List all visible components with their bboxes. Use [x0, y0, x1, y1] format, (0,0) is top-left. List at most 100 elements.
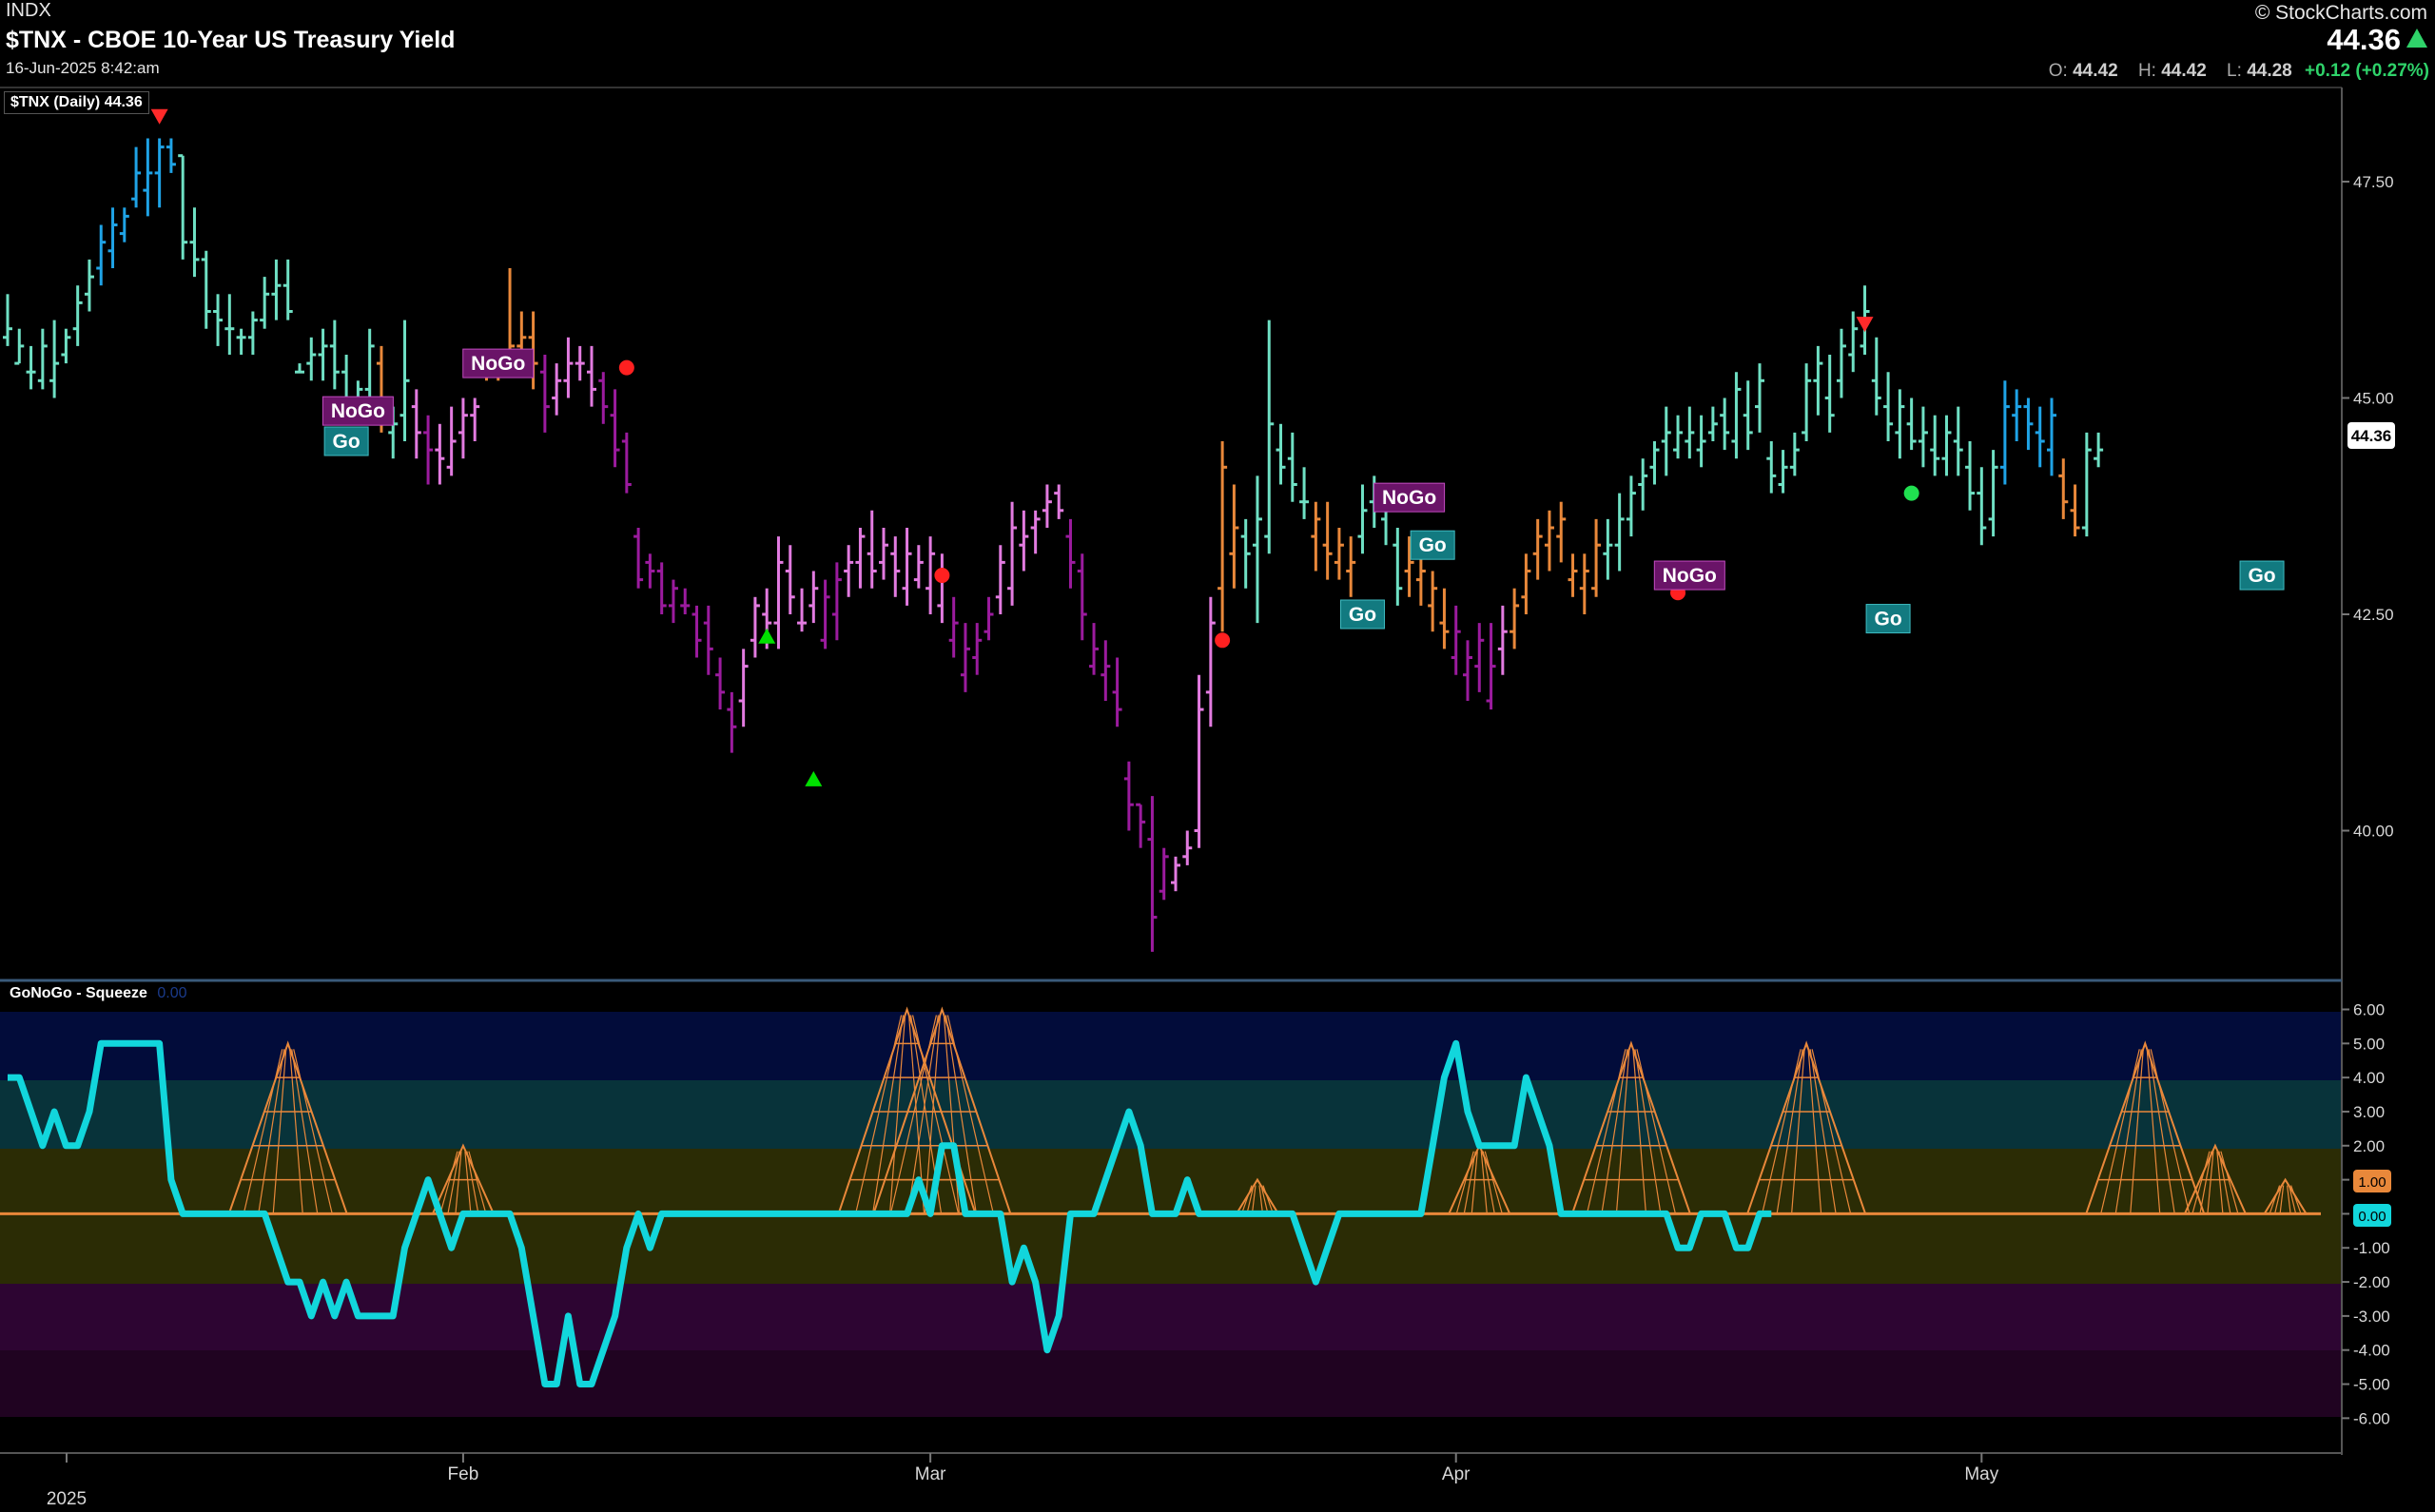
price-bar	[1439, 588, 1450, 649]
price-bar	[680, 588, 691, 614]
price-bar	[1614, 493, 1625, 572]
price-bar	[902, 528, 912, 606]
band-strong-go	[0, 1012, 2342, 1080]
price-bar	[411, 389, 421, 459]
price-bar	[1089, 623, 1100, 675]
price-bar	[1042, 484, 1052, 528]
price-bar	[890, 536, 901, 597]
price-bar	[1136, 803, 1146, 848]
price-bar	[785, 545, 795, 614]
price-bar	[399, 320, 410, 441]
price-bar	[1428, 571, 1438, 632]
osc-tag-orange-text: 1.00	[2358, 1174, 2386, 1191]
price-bar	[1159, 847, 1169, 901]
price-bar	[1007, 501, 1018, 606]
price-bar	[1871, 337, 1881, 416]
price-bar	[1030, 510, 1041, 554]
nogo-triangle-icon	[150, 108, 168, 125]
x-tick-label: May	[1964, 1464, 1998, 1484]
price-bar	[189, 207, 200, 278]
go-label: Go	[1410, 530, 1455, 560]
price-bar	[14, 328, 25, 365]
osc-tick-label: 6.00	[2353, 1000, 2385, 1018]
band-neutral-upper	[0, 1149, 2342, 1215]
price-bar	[1065, 518, 1076, 589]
signal-dot-icon	[934, 568, 950, 584]
price-bar	[1626, 475, 1636, 537]
price-bar	[1311, 501, 1321, 572]
price-bar	[610, 389, 620, 468]
price-bar	[1334, 528, 1344, 580]
price-bar	[995, 545, 1005, 614]
price-bar	[329, 320, 340, 390]
price-bar	[1661, 406, 1671, 476]
price-bar	[808, 571, 819, 624]
price-tick-label: 40.00	[2353, 823, 2394, 841]
price-bar	[166, 138, 176, 173]
price-bar	[295, 363, 304, 374]
price-bar	[633, 528, 644, 589]
price-bar	[925, 536, 936, 614]
price-bar	[470, 397, 480, 441]
price-bar	[1743, 380, 1753, 451]
price-bar	[1895, 389, 1905, 459]
price-bar	[552, 363, 562, 416]
price-bar	[107, 207, 118, 268]
price-bar	[1988, 450, 1998, 537]
price-bar	[260, 277, 270, 329]
price-bar	[1451, 605, 1461, 675]
price-bar	[773, 536, 784, 649]
price-bar	[1393, 528, 1403, 606]
price-bar	[1205, 596, 1216, 727]
price-bar	[1287, 432, 1297, 502]
band-go	[0, 1080, 2342, 1149]
price-bar	[1673, 415, 1684, 459]
label-text: Go	[1349, 604, 1376, 626]
nogo-triangle-icon	[1856, 317, 1874, 333]
price-bar	[727, 691, 737, 753]
oscillator-legend-value: 0.00	[157, 985, 187, 1001]
osc-tick-label: -6.00	[2353, 1409, 2390, 1427]
price-bar	[1182, 830, 1193, 865]
price-bar	[1824, 355, 1835, 433]
price-bar	[1802, 363, 1812, 441]
price-bar	[984, 596, 994, 641]
price-bar	[692, 605, 702, 658]
label-text: Go	[2248, 565, 2275, 587]
osc-tick-label: -2.00	[2353, 1273, 2390, 1291]
price-bar	[435, 423, 445, 485]
chart-canvas[interactable]: 47.50 45.00 42.50 40.00 6.00 5.00 4.00 3.00 2.0…	[0, 0, 2435, 1512]
price-bar	[2035, 406, 2045, 468]
price-bar	[587, 345, 596, 407]
price-bar	[831, 562, 842, 641]
price-bar	[715, 657, 726, 710]
price-bar	[1521, 553, 1531, 614]
price-bar	[2094, 432, 2104, 468]
price-bar	[960, 623, 970, 692]
price-bar	[1510, 588, 1520, 649]
price-bar	[1218, 441, 1228, 632]
price-bar	[820, 579, 830, 649]
price-bar	[1953, 406, 1963, 476]
price-bar	[1544, 510, 1554, 572]
price-bar	[236, 328, 246, 355]
price-bar	[1112, 657, 1122, 727]
nogo-label: NoGo	[1653, 560, 1725, 591]
go-label: Go	[2239, 560, 2285, 591]
price-bar	[1603, 518, 1613, 580]
price-bar	[937, 553, 947, 624]
nogo-label: NoGo	[462, 348, 535, 378]
price-bar	[539, 355, 550, 433]
price-bar	[1101, 640, 1111, 701]
price-bar	[844, 545, 854, 597]
price-bar	[1707, 406, 1718, 441]
nogo-label: NoGo	[321, 396, 394, 426]
price-bar	[306, 337, 317, 381]
go-label: Go	[323, 426, 369, 456]
osc-tick-label: -5.00	[2353, 1376, 2390, 1394]
price-bar	[668, 579, 678, 624]
oscillator-legend-title: GoNoGo - Squeeze	[10, 985, 147, 1001]
price-bar	[1077, 553, 1087, 641]
price-bar	[703, 605, 713, 675]
price-bar	[201, 250, 211, 329]
